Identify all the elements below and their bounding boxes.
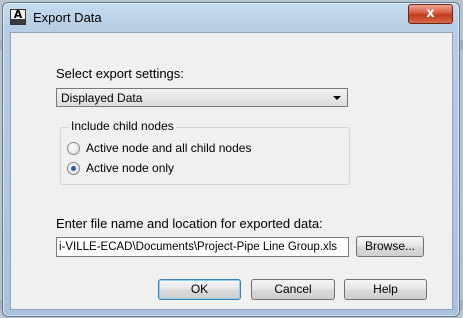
child-nodes-group-label: Include child nodes xyxy=(69,119,176,133)
radio-button-selected[interactable] xyxy=(67,162,80,175)
cancel-button[interactable]: Cancel xyxy=(251,279,335,300)
chevron-down-icon xyxy=(333,96,341,100)
export-settings-label: Select export settings: xyxy=(56,66,184,81)
help-button[interactable]: Help xyxy=(344,279,427,300)
app-icon-strip xyxy=(11,19,25,24)
file-location-label: Enter file name and location for exporte… xyxy=(56,216,323,231)
export-settings-dropdown[interactable]: Displayed Data xyxy=(56,88,348,107)
file-path-input[interactable]: i-VILLE-ECAD\Documents\Project-Pipe Line… xyxy=(56,237,349,257)
dialog-body: Select export settings: Displayed Data I… xyxy=(10,32,453,310)
autocad-app-icon: A xyxy=(10,9,26,25)
child-nodes-group xyxy=(60,127,350,185)
export-data-dialog: A Export Data x Select export settings: … xyxy=(2,2,460,317)
ok-button[interactable]: OK xyxy=(158,279,241,300)
close-icon: x xyxy=(426,6,435,21)
radio-label: Active node and all child nodes xyxy=(86,141,252,155)
browse-button[interactable]: Browse... xyxy=(356,236,424,257)
export-settings-value: Displayed Data xyxy=(61,91,143,105)
radio-button[interactable] xyxy=(67,142,80,155)
radio-label: Active node only xyxy=(86,161,175,175)
dialog-title: Export Data xyxy=(33,10,102,25)
close-button[interactable]: x xyxy=(408,4,453,24)
file-path-value: i-VILLE-ECAD\Documents\Project-Pipe Line… xyxy=(59,241,338,253)
title-bar[interactable]: A Export Data x xyxy=(3,3,459,31)
